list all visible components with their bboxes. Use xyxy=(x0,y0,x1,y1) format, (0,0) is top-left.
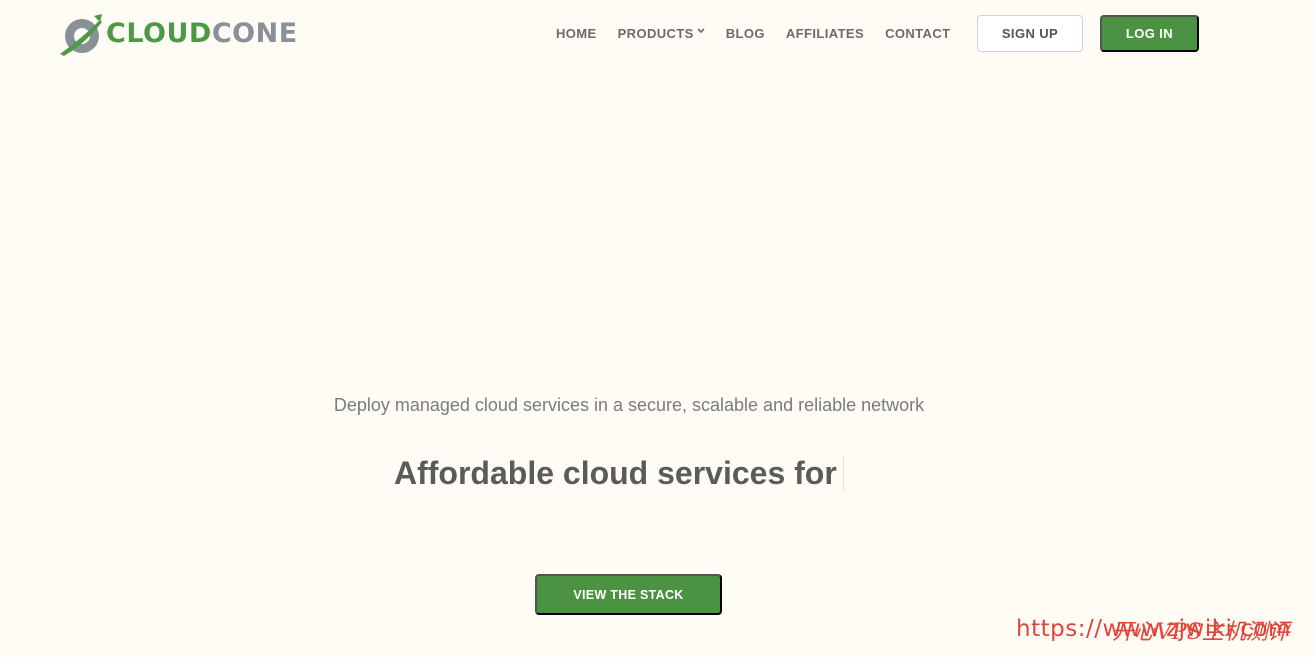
nav-affiliates[interactable]: AFFILIATES xyxy=(786,26,864,41)
view-the-stack-button[interactable]: VIEW THE STACK xyxy=(535,574,722,615)
chevron-down-icon xyxy=(697,28,705,34)
cloudcone-logo-icon xyxy=(60,14,102,56)
logo-text-cone: CONE xyxy=(211,18,298,49)
sign-up-button[interactable]: SIGN UP xyxy=(977,15,1083,52)
logo-wordmark: CLOUDCONE xyxy=(106,12,298,56)
hero-headline: Affordable cloud services for xyxy=(394,453,844,493)
hero-headline-text: Affordable cloud services for xyxy=(394,454,837,491)
watermark-chinese: 开心VPS主机测评 xyxy=(1112,620,1290,645)
nav-contact[interactable]: CONTACT xyxy=(885,26,950,41)
logo[interactable]: CLOUDCONE xyxy=(58,12,298,56)
nav-home[interactable]: HOME xyxy=(556,26,597,41)
nav-blog[interactable]: BLOG xyxy=(726,26,765,41)
nav-products-label: PRODUCTS xyxy=(617,25,694,41)
page: CLOUDCONE HOME PRODUCTS BLOG AFFILIATES … xyxy=(0,0,1314,657)
log-in-button[interactable]: LOG IN xyxy=(1100,15,1199,52)
logo-text-cloud: CLOUD xyxy=(106,18,212,49)
main-nav: HOME PRODUCTS BLOG AFFILIATES CONTACT xyxy=(556,24,971,42)
nav-products[interactable]: PRODUCTS xyxy=(618,26,705,41)
typing-cursor xyxy=(842,455,844,491)
hero-subtitle: Deploy managed cloud services in a secur… xyxy=(333,395,925,415)
